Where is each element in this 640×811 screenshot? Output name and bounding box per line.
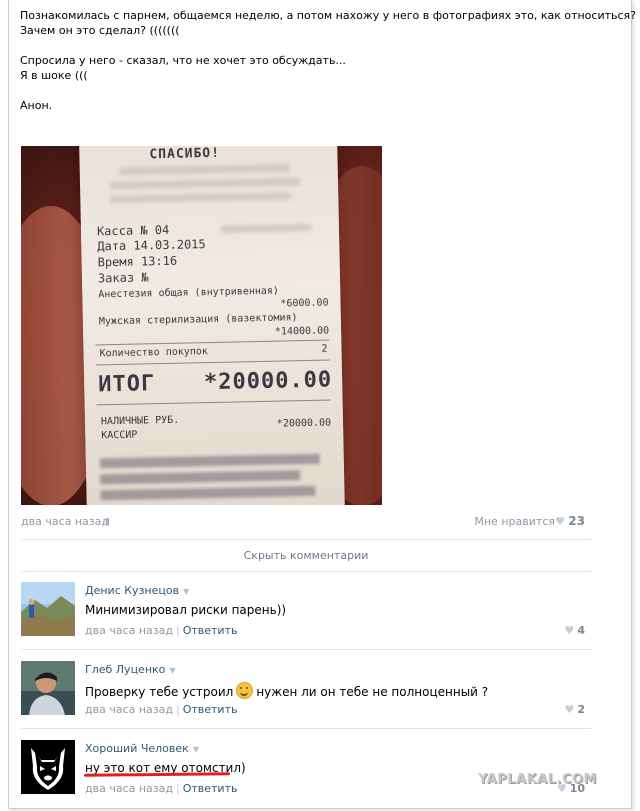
reply-link[interactable]: Ответить <box>183 624 238 637</box>
receipt-rule <box>95 339 330 346</box>
watermark: YAPLAKAL.COM <box>478 772 597 787</box>
chevron-down-icon[interactable]: ▼ <box>193 745 199 754</box>
receipt-rule <box>96 399 331 406</box>
post-signature: Анон. <box>20 99 53 112</box>
avatar[interactable] <box>21 582 75 636</box>
post-meta: два часа назад ▮ Мне нравится ♥ 23 <box>21 514 585 529</box>
receipt-blurred-line <box>110 192 291 204</box>
receipt-cashier: КАССИР <box>101 429 138 442</box>
heart-icon[interactable]: ♥ <box>555 515 565 528</box>
avatar-person-image <box>21 661 75 715</box>
receipt-total-label: ИТОГ <box>97 371 156 398</box>
comment: Хороший Человек ▼ ну это кот ему отомстил… <box>21 740 591 800</box>
post-line: Я в шоке ((( <box>20 69 88 82</box>
smile-emoji-icon <box>236 682 254 699</box>
receipt-cash-label: НАЛИЧНЫЕ РУБ. <box>100 414 180 428</box>
comment-author[interactable]: Глеб Луценко ▼ <box>85 663 176 676</box>
receipt-item1-price: *6000.00 <box>280 297 329 310</box>
comment-text: Минимизировал риски парень)) <box>85 603 287 617</box>
post-blank-line <box>20 38 636 53</box>
chevron-down-icon[interactable]: ▼ <box>183 587 189 596</box>
receipt-item2: Мужская стерилизация (вазектомия) <box>98 312 298 328</box>
comment: Денис Кузнецов ▼ Минимизировал риски паре… <box>21 582 591 642</box>
post-blank-line <box>20 83 636 98</box>
receipt-blurred-line <box>99 453 320 469</box>
receipt-order: Заказ № <box>97 270 149 286</box>
receipt-total-value: *20000.00 <box>203 367 333 396</box>
comment-author[interactable]: Денис Кузнецов ▼ <box>85 584 189 597</box>
comment-divider <box>21 649 591 650</box>
comment-footer: два часа назад | Ответить <box>85 624 237 637</box>
comment-text-part: нужен ли он тебе не полноценный ? <box>256 685 489 699</box>
post-line: Познакомилась с парнем, общаемся неделю,… <box>20 9 636 22</box>
avatar[interactable] <box>21 740 75 794</box>
comment-time[interactable]: два часа назад <box>85 782 173 795</box>
device-icon: ▮ <box>105 517 110 527</box>
receipt-blurred-line <box>100 485 316 501</box>
hide-comments-button[interactable]: Скрыть комментарии <box>21 539 591 572</box>
receipt-qty-label: Количество покупок <box>99 346 209 360</box>
comment-footer: два часа назад | Ответить <box>85 703 237 716</box>
post-text: Познакомилась с парнем, общаемся неделю,… <box>20 8 636 113</box>
receipt-qty: 2 <box>321 343 328 355</box>
receipt: СПАСИБО! Касса № 04 Дата 14.03.2015 Врем… <box>79 146 345 505</box>
comment-likes[interactable]: ♥ 4 <box>564 624 585 637</box>
chevron-down-icon[interactable]: ▼ <box>169 666 175 675</box>
avatar[interactable] <box>21 661 75 715</box>
receipt-time: Время 13:16 <box>97 253 178 270</box>
post-line: Зачем он это сделал? ((((((( <box>20 24 180 37</box>
receipt-kassa: Касса № 04 <box>96 222 170 239</box>
comment-author-name[interactable]: Хороший Человек <box>85 742 189 755</box>
comment-like-count: 4 <box>577 624 585 637</box>
receipt-cash-value: *20000.00 <box>276 417 332 430</box>
like-count: 23 <box>568 514 585 528</box>
avatar-mountain-image <box>21 582 75 636</box>
post-photo[interactable]: СПАСИБО! Касса № 04 Дата 14.03.2015 Врем… <box>21 146 382 505</box>
post-line: Спросила у него - сказал, что не хочет э… <box>20 54 346 67</box>
receipt-blurred-line <box>220 223 312 233</box>
post-time[interactable]: два часа назад <box>21 515 109 528</box>
receipt-date: Дата 14.03.2015 <box>97 237 206 254</box>
comment-author[interactable]: Хороший Человек ▼ <box>85 742 199 755</box>
separator: | <box>175 624 180 637</box>
receipt-blurred-line <box>119 164 290 175</box>
comment-text-part: Проверку тебе устроил <box>85 685 234 699</box>
receipt-blurred-line <box>100 470 301 485</box>
comment-time[interactable]: два часа назад <box>85 703 173 716</box>
comment-likes[interactable]: ♥ 2 <box>564 703 585 716</box>
receipt-thanks: СПАСИБО! <box>149 146 221 163</box>
receipt-blurred-line <box>109 178 301 190</box>
like-button-label[interactable]: Мне нравится <box>474 515 555 528</box>
receipt-rule <box>95 359 330 366</box>
heart-icon[interactable]: ♥ <box>564 703 574 716</box>
comment-text: Проверку тебе устроил нужен ли он тебе не… <box>85 682 488 699</box>
avatar-dog-image <box>21 740 75 794</box>
reply-link[interactable]: Ответить <box>183 703 238 716</box>
separator: | <box>175 703 180 716</box>
receipt-item2-price: *14000.00 <box>274 325 330 338</box>
comment-time[interactable]: два часа назад <box>85 624 173 637</box>
receipt-item1: Анестезия общая (внутривенная) <box>98 285 280 301</box>
heart-icon[interactable]: ♥ <box>564 624 574 637</box>
comment-footer: два часа назад | Ответить <box>85 782 237 795</box>
comment-author-name[interactable]: Глеб Луценко <box>85 663 165 676</box>
hide-comments-label: Скрыть комментарии <box>243 549 369 562</box>
reply-link[interactable]: Ответить <box>183 782 238 795</box>
comment-divider <box>21 728 591 729</box>
comment-author-name[interactable]: Денис Кузнецов <box>85 584 179 597</box>
comment-like-count: 2 <box>577 703 585 716</box>
comment: Глеб Луценко ▼ Проверку тебе устроил нужен… <box>21 661 591 721</box>
separator: | <box>175 782 180 795</box>
